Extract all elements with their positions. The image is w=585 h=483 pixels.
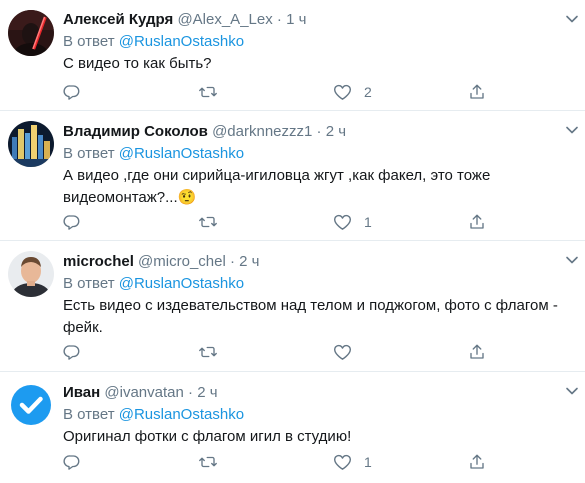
timestamp[interactable]: 1 ч <box>286 11 306 28</box>
reply-prefix: В ответ <box>63 275 115 292</box>
like-icon <box>333 214 352 230</box>
retweet-icon <box>199 86 217 98</box>
like-button[interactable] <box>333 342 364 362</box>
author-name[interactable]: Владимир Соколов <box>63 123 208 140</box>
reply-context: В ответ @RuslanOstashko <box>63 404 573 426</box>
tweet-text: Оригинал фотки с флагом игил в студию! <box>63 428 352 445</box>
tweet-actions <box>63 342 573 362</box>
retweet-icon <box>199 346 217 358</box>
tweet-text: А видео ,где они сирийца-игиловца жгут ,… <box>63 167 491 206</box>
author-handle[interactable]: @darknnezzz1 <box>212 123 312 140</box>
retweet-button[interactable] <box>198 82 230 102</box>
author-handle[interactable]: @ivanvatan <box>104 384 183 401</box>
reply-prefix: В ответ <box>63 33 115 50</box>
retweet-button[interactable] <box>198 452 230 472</box>
retweet-icon <box>199 216 217 228</box>
share-button[interactable] <box>468 452 486 472</box>
author-name[interactable]: microchel <box>63 253 134 270</box>
like-icon <box>333 84 352 100</box>
tweet-header: Алексей Кудря @Alex_A_Lex · 1 ч <box>63 9 573 31</box>
caret-down-icon[interactable] <box>565 253 579 267</box>
reply-context: В ответ @RuslanOstashko <box>63 273 573 295</box>
share-button[interactable] <box>468 342 486 362</box>
avatar[interactable] <box>8 251 54 297</box>
author-handle[interactable]: @micro_chel <box>138 253 226 270</box>
tweet-text: Есть видео с издевательством над телом и… <box>63 297 558 336</box>
avatar[interactable] <box>8 10 54 56</box>
like-count: 1 <box>364 454 372 470</box>
reply-mention-link[interactable]: @RuslanOstashko <box>119 275 244 292</box>
share-icon <box>470 454 484 469</box>
timestamp[interactable]: 2 ч <box>326 123 346 140</box>
tweet-content: Алексей Кудря @Alex_A_Lex · 1 ч В ответ … <box>63 9 573 75</box>
avatar[interactable] <box>8 121 54 167</box>
tweet-actions: 1 <box>63 212 573 232</box>
retweet-button[interactable] <box>198 342 230 362</box>
caret-down-icon[interactable] <box>565 123 579 137</box>
tweet-actions: 2 <box>63 82 573 102</box>
share-icon <box>470 84 484 99</box>
like-count: 2 <box>364 84 372 100</box>
share-icon <box>470 214 484 229</box>
share-button[interactable] <box>468 212 486 232</box>
reply-prefix: В ответ <box>63 406 115 423</box>
timestamp[interactable]: 2 ч <box>239 253 259 270</box>
reply-icon <box>63 345 80 360</box>
avatar[interactable] <box>8 382 54 428</box>
share-icon <box>470 344 484 359</box>
tweet[interactable]: Иван @ivanvatan · 2 ч В ответ @RuslanOst… <box>0 372 585 483</box>
reply-button[interactable] <box>63 212 93 232</box>
separator-dot: · <box>316 123 322 140</box>
like-button[interactable]: 2 <box>333 82 372 102</box>
reply-mention-link[interactable]: @RuslanOstashko <box>119 33 244 50</box>
like-button[interactable]: 1 <box>333 212 372 232</box>
reply-prefix: В ответ <box>63 145 115 162</box>
tweet-actions: 1 <box>63 452 573 472</box>
like-button[interactable]: 1 <box>333 452 372 472</box>
tweet-content: Иван @ivanvatan · 2 ч В ответ @RuslanOst… <box>63 382 573 448</box>
separator-dot: · <box>229 253 235 270</box>
tweet[interactable]: microchel @micro_chel · 2 ч В ответ @Rus… <box>0 241 585 372</box>
reply-icon <box>63 455 80 470</box>
like-count: 1 <box>364 214 372 230</box>
timestamp[interactable]: 2 ч <box>197 384 217 401</box>
caret-down-icon[interactable] <box>565 384 579 398</box>
tweet-header: Иван @ivanvatan · 2 ч <box>63 382 573 404</box>
reply-mention-link[interactable]: @RuslanOstashko <box>119 406 244 423</box>
tweet-header: microchel @micro_chel · 2 ч <box>63 251 573 273</box>
reply-context: В ответ @RuslanOstashko <box>63 31 573 53</box>
caret-down-icon[interactable] <box>565 12 579 26</box>
separator-dot: · <box>276 11 282 28</box>
reply-feed: Алексей Кудря @Alex_A_Lex · 1 ч В ответ … <box>0 0 585 483</box>
tweet[interactable]: Алексей Кудря @Alex_A_Lex · 1 ч В ответ … <box>0 0 585 111</box>
author-name[interactable]: Иван <box>63 384 100 401</box>
tweet-header: Владимир Соколов @darknnezzz1 · 2 ч <box>63 121 573 143</box>
reply-button[interactable] <box>63 342 93 362</box>
reply-icon <box>63 215 80 230</box>
share-button[interactable] <box>468 82 486 102</box>
retweet-icon <box>199 456 217 468</box>
separator-dot: · <box>188 384 194 401</box>
reply-icon <box>63 85 80 100</box>
reply-mention-link[interactable]: @RuslanOstashko <box>119 145 244 162</box>
reply-button[interactable] <box>63 452 93 472</box>
tweet-content: Владимир Соколов @darknnezzz1 · 2 ч В от… <box>63 121 573 209</box>
author-handle[interactable]: @Alex_A_Lex <box>177 11 272 28</box>
retweet-button[interactable] <box>198 212 230 232</box>
tweet-content: microchel @micro_chel · 2 ч В ответ @Rus… <box>63 251 573 339</box>
reply-button[interactable] <box>63 82 93 102</box>
reply-context: В ответ @RuslanOstashko <box>63 143 573 165</box>
author-name[interactable]: Алексей Кудря <box>63 11 173 28</box>
like-icon <box>333 454 352 470</box>
like-icon <box>333 344 352 360</box>
tweet-text: С видео то как быть? <box>63 55 212 72</box>
tweet[interactable]: Владимир Соколов @darknnezzz1 · 2 ч В от… <box>0 111 585 241</box>
